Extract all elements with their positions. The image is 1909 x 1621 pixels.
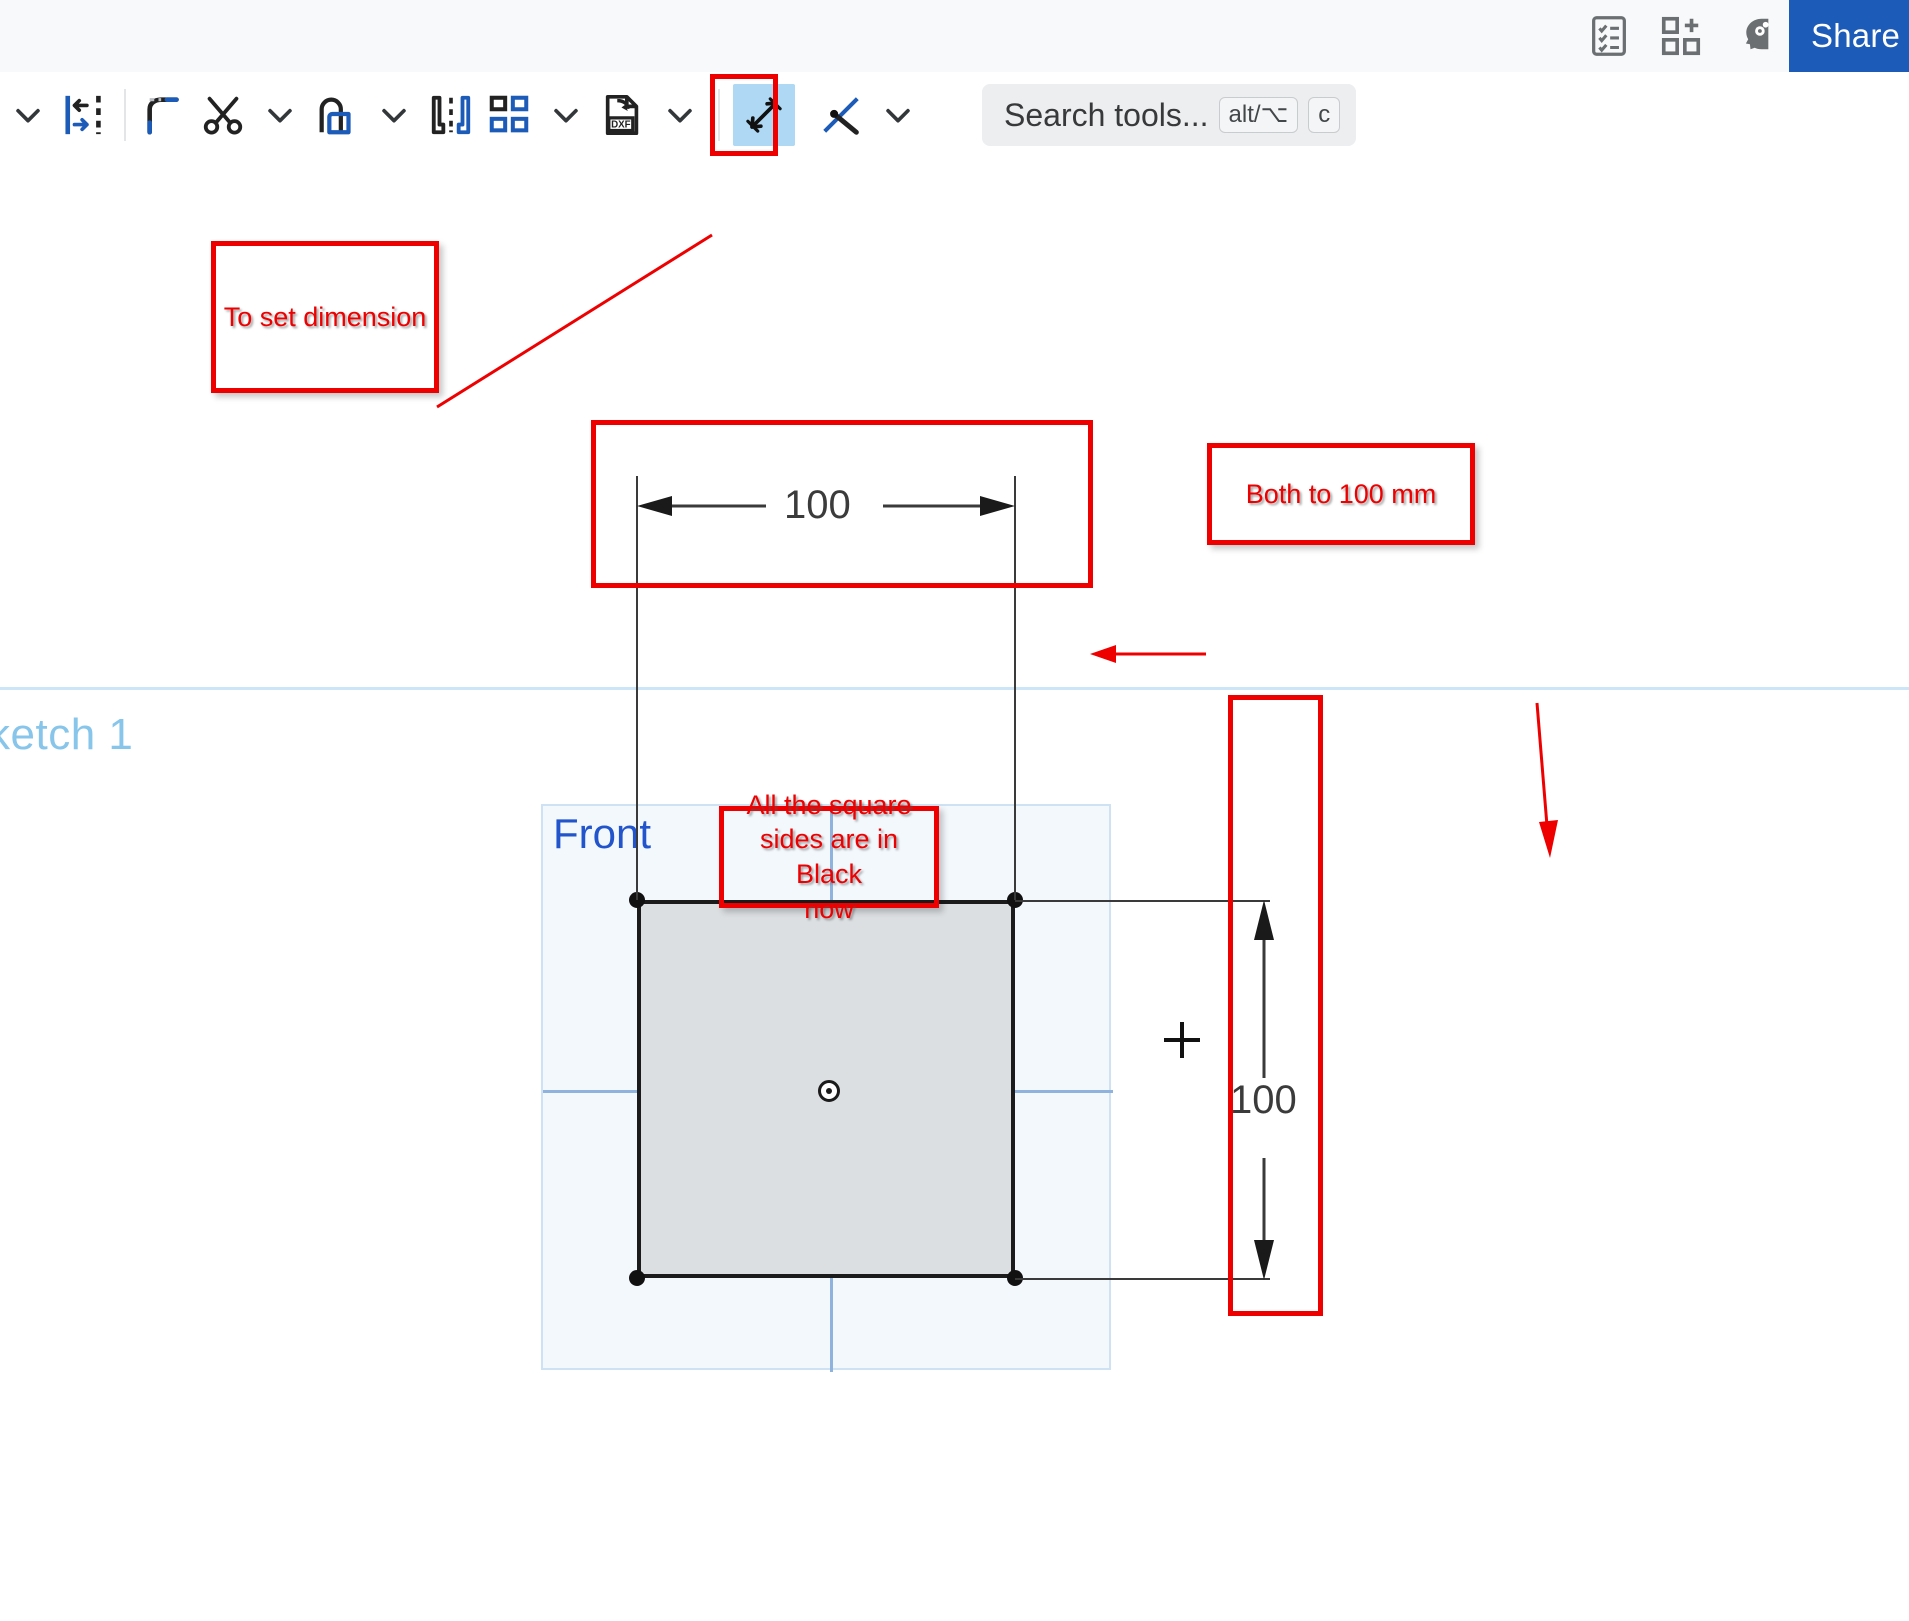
sketch-toolbar: DXF Search tools... alt/⌥ c <box>0 72 1909 158</box>
toolbar-separator-1 <box>124 89 126 141</box>
header-icon-group: Share <box>1573 0 1909 72</box>
construction-line-icon[interactable] <box>812 84 870 146</box>
grid-pattern-icon[interactable] <box>480 84 538 146</box>
dxf-export-icon[interactable]: DXF <box>594 84 652 146</box>
toolbar-chevron-3[interactable] <box>366 84 422 146</box>
annotation-highlight-dimension-tool <box>710 74 778 156</box>
add-app-icon[interactable] <box>1645 0 1717 72</box>
annotation-black-sides-text: All the square sides are in Black now <box>746 789 912 924</box>
annotation-both-100mm-text: Both to 100 mm <box>1245 478 1437 509</box>
fillet-tool-icon[interactable] <box>136 84 194 146</box>
onshape-sketch-window: Share DXF Search tools... alt/⌥ c ketch … <box>0 0 1909 1621</box>
leader-arrow-to-vertical-dim <box>1535 702 1558 858</box>
cursor-crosshair-icon <box>1164 1022 1200 1058</box>
leader-line-set-dimension <box>436 233 713 409</box>
toolbar-chevron-6[interactable] <box>870 84 926 146</box>
toolbar-chevron-2[interactable] <box>252 84 308 146</box>
toolbar-chevron-5[interactable] <box>652 84 708 146</box>
sketch-origin-point[interactable] <box>818 1080 840 1102</box>
shortcut-letter-key: c <box>1308 97 1341 133</box>
sketch-tree-label: ketch 1 <box>0 710 134 759</box>
share-button[interactable]: Share <box>1789 0 1909 72</box>
annotation-highlight-vertical-dim <box>1228 695 1323 1316</box>
square-vertex-bottom-left[interactable] <box>629 1270 645 1286</box>
search-tools-box[interactable]: Search tools... alt/⌥ c <box>982 84 1357 146</box>
checklist-icon[interactable] <box>1573 0 1645 72</box>
svg-text:DXF: DXF <box>611 120 631 131</box>
canvas-top-divider <box>0 687 1909 690</box>
linear-pattern-icon[interactable] <box>422 84 480 146</box>
ai-brain-icon[interactable] <box>1717 0 1789 72</box>
offset-tool-icon[interactable] <box>308 84 366 146</box>
shortcut-modifier-key: alt/⌥ <box>1218 97 1299 133</box>
toolbar-chevron-1[interactable] <box>0 84 56 146</box>
mirror-tool-icon[interactable] <box>56 84 114 146</box>
annotation-highlight-horizontal-dim <box>591 420 1093 588</box>
annotation-black-sides: All the square sides are in Black now <box>719 790 939 924</box>
leader-arrow-to-horizontal-dim <box>1090 645 1206 663</box>
search-input[interactable]: Search tools... <box>1004 97 1209 134</box>
annotation-both-100mm: Both to 100 mm <box>1207 443 1475 545</box>
top-header-bar: Share <box>0 0 1909 72</box>
annotation-set-dimension: To set dimension <box>211 241 439 393</box>
toolbar-chevron-4[interactable] <box>538 84 594 146</box>
trim-tool-icon[interactable] <box>194 84 252 146</box>
share-button-label: Share <box>1811 17 1901 54</box>
annotation-set-dimension-text: To set dimension <box>223 301 427 332</box>
